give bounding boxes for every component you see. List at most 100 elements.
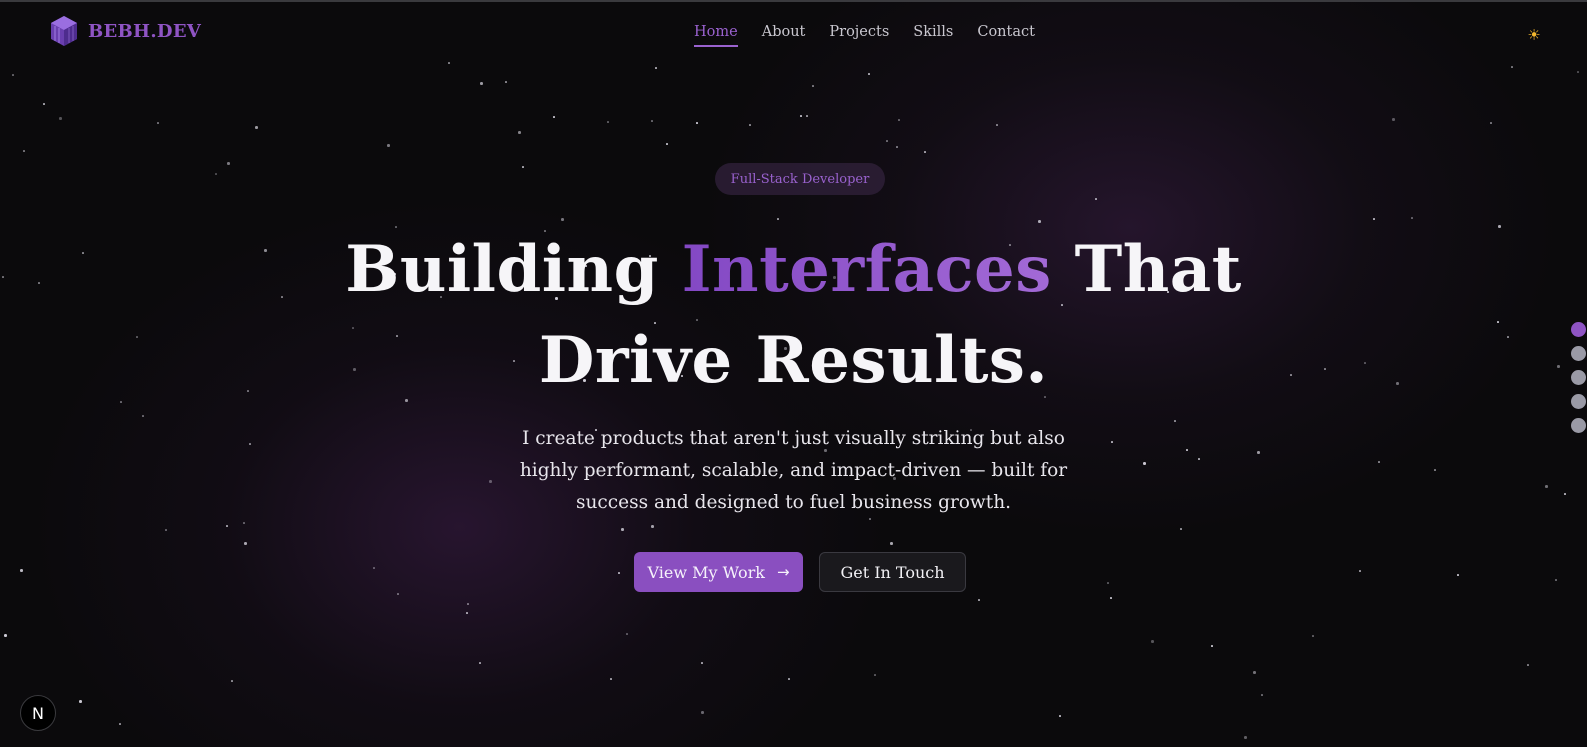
- star: [2, 276, 4, 278]
- nextjs-dev-badge[interactable]: N: [20, 695, 56, 731]
- star: [1378, 461, 1380, 463]
- star: [701, 662, 703, 664]
- star: [79, 700, 82, 703]
- nav-link-about[interactable]: About: [762, 24, 806, 47]
- view-my-work-button[interactable]: View My Work →: [634, 552, 803, 592]
- star: [1373, 218, 1375, 220]
- star: [1290, 374, 1292, 376]
- star: [165, 529, 167, 531]
- star: [1498, 225, 1501, 228]
- star: [1497, 321, 1499, 323]
- view-my-work-label: View My Work: [647, 562, 765, 582]
- star: [1324, 368, 1326, 370]
- nav-link-home[interactable]: Home: [694, 24, 738, 47]
- brand-logo-link[interactable]: BEBH.DEV: [50, 14, 201, 48]
- star: [1107, 582, 1109, 584]
- star: [505, 81, 507, 83]
- role-badge-text: Full-Stack Developer: [730, 171, 870, 187]
- nav-link-projects[interactable]: Projects: [829, 24, 889, 47]
- star: [1396, 382, 1399, 385]
- star: [4, 634, 7, 637]
- star: [1577, 71, 1579, 73]
- star: [1110, 597, 1112, 599]
- star: [1111, 441, 1113, 443]
- star: [227, 162, 230, 165]
- star: [1143, 462, 1146, 465]
- section-dot-4[interactable]: [1571, 394, 1586, 409]
- star: [255, 126, 258, 129]
- star: [1211, 645, 1213, 647]
- star: [806, 115, 808, 117]
- star: [12, 74, 14, 76]
- star: [696, 122, 698, 124]
- star: [466, 612, 468, 614]
- star: [1312, 635, 1314, 637]
- star: [651, 120, 653, 122]
- star: [777, 218, 779, 220]
- sun-icon: ☀: [1527, 26, 1541, 44]
- star: [996, 124, 998, 126]
- star: [518, 131, 521, 134]
- site-header: BEBH.DEV Home About Projects Skills Cont…: [0, 2, 1587, 70]
- star: [264, 249, 267, 252]
- star: [701, 711, 704, 714]
- star: [1557, 365, 1560, 368]
- star: [874, 674, 876, 676]
- star: [1186, 449, 1188, 451]
- get-in-touch-label: Get In Touch: [840, 562, 945, 582]
- star: [1253, 671, 1256, 674]
- main-nav: Home About Projects Skills Contact: [694, 24, 1035, 47]
- star: [1059, 715, 1061, 717]
- star: [812, 85, 814, 87]
- star: [1180, 528, 1182, 530]
- star: [610, 678, 612, 680]
- star: [1527, 664, 1529, 666]
- role-badge: Full-Stack Developer: [715, 163, 885, 195]
- section-indicator: [1571, 322, 1586, 433]
- star: [886, 140, 888, 142]
- star: [1095, 198, 1097, 200]
- star: [522, 166, 524, 168]
- star: [244, 542, 247, 545]
- star: [896, 146, 898, 148]
- star: [82, 252, 84, 254]
- section-dot-2[interactable]: [1571, 346, 1586, 361]
- star: [1261, 694, 1263, 696]
- star: [231, 680, 233, 682]
- star: [890, 542, 893, 545]
- headline-part-1: Building: [345, 232, 659, 307]
- nav-link-skills[interactable]: Skills: [913, 24, 953, 47]
- star: [226, 525, 228, 527]
- section-dot-5[interactable]: [1571, 418, 1586, 433]
- star: [618, 572, 620, 574]
- star: [1564, 493, 1566, 495]
- section-dot-1[interactable]: [1571, 322, 1586, 337]
- section-dot-3[interactable]: [1571, 370, 1586, 385]
- star: [1257, 451, 1260, 454]
- star: [651, 525, 654, 528]
- hero-headline: Building Interfaces That Drive Results.: [300, 224, 1287, 406]
- arrow-right-icon: →: [776, 563, 790, 581]
- headline-accent: Interfaces: [681, 232, 1052, 307]
- get-in-touch-button[interactable]: Get In Touch: [819, 552, 966, 592]
- nav-link-contact[interactable]: Contact: [977, 24, 1035, 47]
- star: [1198, 458, 1200, 460]
- page: BEBH.DEV Home About Projects Skills Cont…: [0, 0, 1587, 747]
- star: [281, 296, 283, 298]
- star: [924, 151, 926, 153]
- star: [480, 82, 483, 85]
- star: [20, 569, 23, 572]
- cube-logo-icon: [51, 16, 77, 46]
- star: [1555, 579, 1557, 581]
- star: [243, 522, 245, 524]
- star: [136, 336, 138, 338]
- theme-toggle-button[interactable]: ☀: [1523, 24, 1545, 46]
- star: [749, 124, 751, 126]
- star: [387, 144, 390, 147]
- star: [1507, 336, 1509, 338]
- star: [1359, 570, 1361, 572]
- star: [1174, 420, 1176, 422]
- star: [868, 73, 870, 75]
- star: [621, 528, 624, 531]
- star: [59, 117, 62, 120]
